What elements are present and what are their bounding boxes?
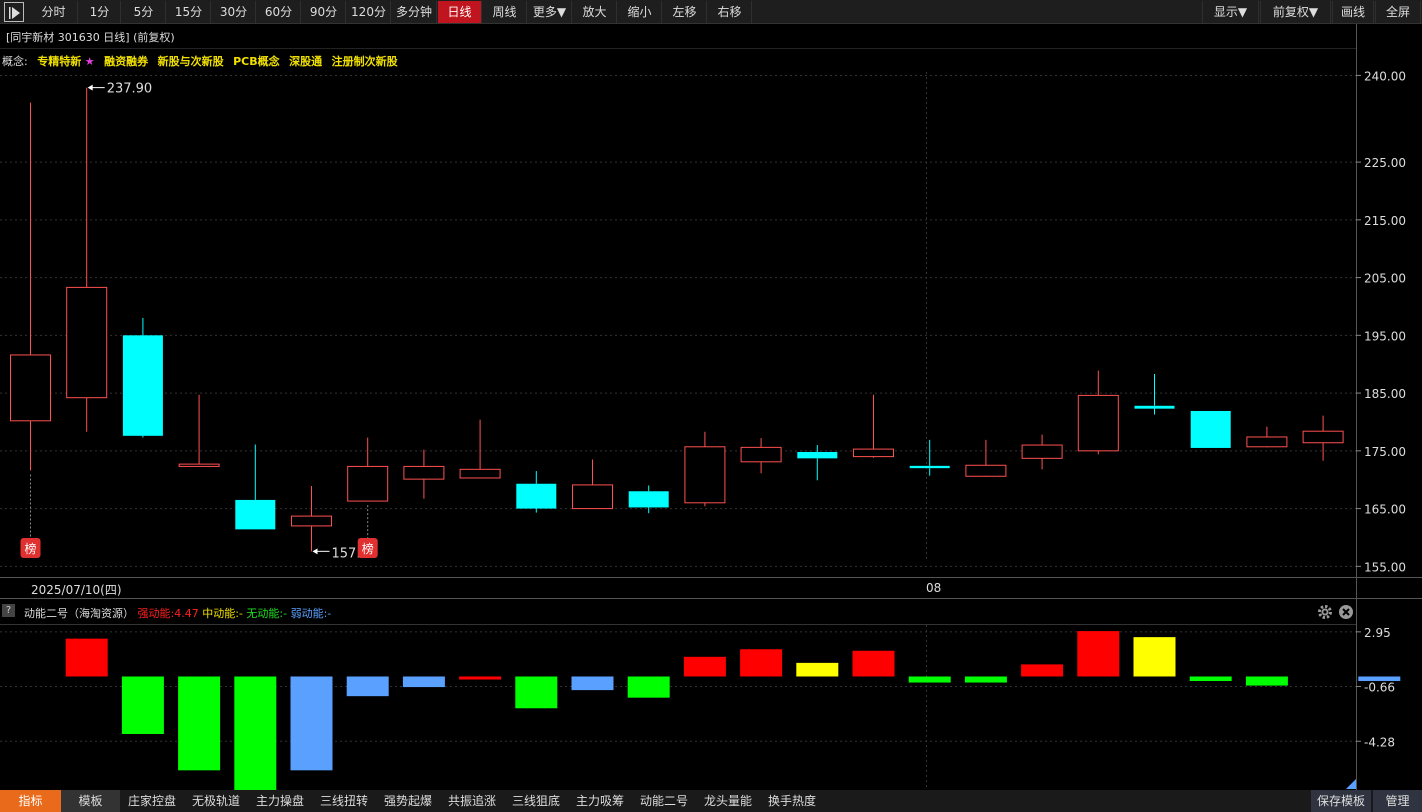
gear-icon[interactable] bbox=[1317, 604, 1333, 620]
candle-body bbox=[122, 335, 163, 436]
indicator-tab-8[interactable]: 三线狙底 bbox=[504, 790, 568, 812]
candle-body bbox=[178, 463, 220, 467]
candle-body bbox=[965, 464, 1007, 477]
strong-value: 强动能:4.47 bbox=[137, 607, 199, 620]
indicator-bar bbox=[346, 676, 389, 697]
candle-body bbox=[347, 465, 389, 502]
price-tick-label: 195.00 bbox=[1364, 329, 1406, 343]
candle-body bbox=[853, 448, 894, 458]
indicator-bar bbox=[627, 676, 670, 698]
low-arrow-icon bbox=[312, 548, 318, 555]
indicator-tab-5[interactable]: 三线扭转 bbox=[312, 790, 376, 812]
candle-body bbox=[291, 515, 332, 527]
rank-badge-label: 榜 bbox=[24, 541, 36, 556]
indicator-bar bbox=[852, 650, 895, 677]
indicator-bar bbox=[1077, 631, 1120, 677]
price-tick-label: 225.00 bbox=[1364, 156, 1406, 170]
rank-badge-label: 榜 bbox=[362, 541, 374, 556]
price-tick-label: 155.00 bbox=[1364, 560, 1406, 574]
indicator-tick-label: 2.95 bbox=[1364, 626, 1391, 640]
indicator-bar bbox=[290, 676, 333, 771]
resize-handle-icon[interactable] bbox=[1346, 779, 1356, 789]
indicator-tick-label: -4.28 bbox=[1364, 735, 1395, 749]
candle-body bbox=[403, 465, 445, 480]
price-tick-label: 165.00 bbox=[1364, 503, 1406, 517]
indicator-bar bbox=[1133, 637, 1176, 677]
candle-body bbox=[1190, 410, 1231, 448]
candle-body bbox=[1134, 405, 1175, 409]
indicator-name: 动能二号（海淘资源） bbox=[24, 607, 134, 620]
indicator-bar bbox=[796, 662, 839, 677]
chart-canvas[interactable]: 240.00 225.00 215.00 205.00 195.00 185.00 175.… bbox=[0, 0, 1422, 790]
price-tick-label: 185.00 bbox=[1364, 387, 1406, 401]
indicator-tab-10[interactable]: 动能二号 bbox=[632, 790, 696, 812]
candle-body bbox=[740, 446, 782, 463]
indicator-title: 动能二号（海淘资源） 强动能:4.47 中动能:- 无动能:- 弱动能:- bbox=[24, 605, 331, 621]
candle-body bbox=[66, 286, 108, 399]
indicator-bar bbox=[1189, 676, 1232, 682]
candle-body bbox=[797, 451, 838, 459]
high-arrow-icon bbox=[87, 84, 93, 91]
indicator-bar bbox=[402, 676, 445, 688]
candle-body bbox=[628, 491, 669, 508]
candle-body bbox=[684, 446, 726, 504]
help-icon[interactable]: ? bbox=[2, 604, 15, 617]
indicator-tab-2[interactable]: 庄家控盘 bbox=[120, 790, 184, 812]
candle-body bbox=[1077, 394, 1119, 452]
price-tick-label: 175.00 bbox=[1364, 445, 1406, 459]
price-tick-label: 215.00 bbox=[1364, 214, 1406, 228]
close-icon[interactable] bbox=[1338, 604, 1354, 620]
manage-button[interactable]: 管理 bbox=[1373, 790, 1422, 812]
high-price-label: 237.90 bbox=[107, 82, 153, 97]
candle-body bbox=[1302, 430, 1344, 444]
indicator-tab-12[interactable]: 换手热度 bbox=[760, 790, 824, 812]
indicator-bar bbox=[964, 676, 1007, 683]
indicator-tab-11[interactable]: 龙头量能 bbox=[696, 790, 760, 812]
indicator-tab-9[interactable]: 主力吸筹 bbox=[568, 790, 632, 812]
save-template-button[interactable]: 保存模板 bbox=[1311, 790, 1371, 812]
indicator-bar bbox=[1245, 676, 1288, 686]
candle-body bbox=[1246, 436, 1288, 448]
indicator-tick-label: -0.66 bbox=[1364, 680, 1395, 694]
indicator-bar bbox=[121, 676, 164, 734]
none-value: 无动能:- bbox=[246, 607, 288, 620]
indicator-tab-3[interactable]: 无极轨道 bbox=[184, 790, 248, 812]
candle-body bbox=[459, 468, 501, 479]
indicator-tab-bar: 指标 模板 庄家控盘 无极轨道 主力操盘 三线扭转 强势起爆 共振追涨 三线狙底 主力吸筹 动能二号… bbox=[0, 790, 1422, 812]
indicator-tab-1[interactable]: 模板 bbox=[61, 790, 120, 812]
indicator-bar bbox=[459, 676, 502, 680]
indicator-tab-0[interactable]: 指标 bbox=[0, 790, 61, 812]
axis-date-label: 08 bbox=[926, 581, 942, 595]
indicator-tab-4[interactable]: 主力操盘 bbox=[248, 790, 312, 812]
candle-body bbox=[516, 483, 557, 509]
indicator-bar bbox=[515, 676, 558, 709]
indicator-bar bbox=[683, 656, 726, 677]
price-tick-label: 205.00 bbox=[1364, 272, 1406, 286]
indicator-bar bbox=[571, 676, 614, 691]
weak-value: 弱动能:- bbox=[290, 607, 332, 620]
low-price-label: 157. bbox=[332, 546, 361, 561]
candle-body bbox=[572, 484, 613, 510]
indicator-bar bbox=[1021, 664, 1064, 677]
indicator-tab-6[interactable]: 强势起爆 bbox=[376, 790, 440, 812]
indicator-bar bbox=[234, 676, 277, 790]
price-tick-label: 240.00 bbox=[1364, 69, 1406, 83]
candle-body bbox=[1021, 444, 1063, 459]
date-label: 2025/07/10(四) bbox=[31, 583, 122, 597]
indicator-bar bbox=[65, 638, 108, 677]
mid-value: 中动能:- bbox=[202, 607, 243, 620]
candle-body bbox=[909, 465, 950, 469]
indicator-tab-7[interactable]: 共振追涨 bbox=[440, 790, 504, 812]
indicator-bar bbox=[740, 649, 783, 677]
candle-body bbox=[235, 499, 276, 530]
candle-body bbox=[10, 354, 51, 422]
indicator-bar bbox=[908, 676, 951, 683]
indicator-bar bbox=[178, 676, 221, 771]
